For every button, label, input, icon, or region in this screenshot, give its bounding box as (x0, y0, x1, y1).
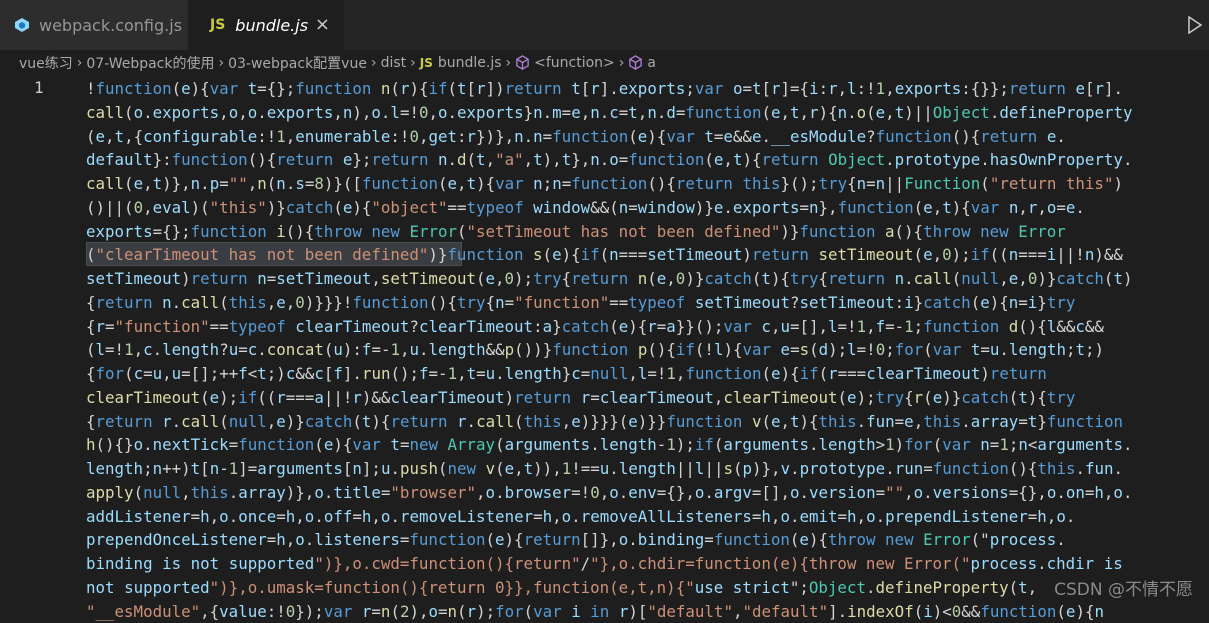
watermark: CSDN @不情不愿 (1054, 575, 1193, 600)
code-line: {for(c=u,u=[];++f<t;)c&&c[f].run();f=-1,… (86, 362, 1196, 386)
code-line: {return n.call(this,e,0)}}}!function(){t… (86, 291, 1196, 315)
chevron-right-icon: › (619, 55, 625, 71)
breadcrumb-symbol-label: <function> (534, 55, 615, 71)
code-line: length;n++)t[n-1]=arguments[n];u.push(ne… (86, 457, 1196, 481)
code-line: prependOnceListener=h,o.listeners=functi… (86, 528, 1196, 552)
code-line: apply(null,this.array)},o.title="browser… (86, 481, 1196, 505)
breadcrumb-symbol-label: a (647, 55, 656, 71)
code-line: binding is not supported")},o.cwd=functi… (86, 552, 1196, 576)
tab-bar: webpack.config.js JS bundle.js × (0, 0, 1209, 50)
close-icon[interactable]: × (315, 15, 330, 35)
code-line: call(o.exports,o,o.exports,n),o.l=!0,o.e… (86, 101, 1196, 125)
code-line: not supported")},o.umask=function(){retu… (86, 576, 1196, 600)
line-number: 1 (34, 78, 44, 97)
chevron-right-icon: › (506, 55, 512, 71)
breadcrumb-symbol[interactable]: <function> (515, 55, 615, 71)
code-line: setTimeout)return n=setTimeout,setTimeou… (86, 267, 1196, 291)
js-file-icon: JS (420, 56, 433, 70)
code-line: addListener=h,o.once=h,o.off=h,o.removeL… (86, 505, 1196, 529)
symbol-method-icon (628, 55, 643, 70)
code-line: {r="function"==typeof clearTimeout?clear… (86, 315, 1196, 339)
tab-bundle-js[interactable]: JS bundle.js × (188, 0, 344, 50)
symbol-method-icon (515, 55, 530, 70)
code-line: ("clearTimeout has not been defined")}fu… (86, 243, 1196, 267)
code-editor[interactable]: !function(e){var t={};function n(r){if(t… (86, 77, 1196, 623)
js-file-icon: JS (210, 17, 225, 33)
code-line: !function(e){var t={};function n(r){if(t… (86, 77, 1196, 101)
code-line: exports={};function i(){throw new Error(… (86, 220, 1196, 244)
code-line: "__esModule",{value:!0});var r=n(2),o=n(… (86, 600, 1196, 623)
code-line: (e,t,{configurable:!1,enumerable:!0,get:… (86, 125, 1196, 149)
tab-webpack-config[interactable]: webpack.config.js (0, 0, 188, 50)
chevron-right-icon: › (371, 55, 377, 71)
run-icon[interactable] (1187, 16, 1203, 38)
code-line: h(){}o.nextTick=function(e){var t=new Ar… (86, 433, 1196, 457)
code-line: call(e,t)},n.p="",n(n.s=8)}([function(e,… (86, 172, 1196, 196)
breadcrumb-item[interactable]: 03-webpack配置vue (228, 53, 367, 73)
webpack-cube-icon (14, 17, 30, 33)
breadcrumb-item[interactable]: vue练习 (19, 53, 73, 73)
breadcrumb-item[interactable]: dist (381, 55, 407, 71)
breadcrumb-file-label: bundle.js (438, 55, 502, 71)
code-line: {return r.call(null,e)}catch(t){return r… (86, 410, 1196, 434)
breadcrumb-item[interactable]: 07-Webpack的使用 (86, 53, 214, 73)
breadcrumb-file[interactable]: JS bundle.js (420, 55, 502, 71)
code-line: (l=!1,c.length?u=c.concat(u):f=-1,u.leng… (86, 338, 1196, 362)
chevron-right-icon: › (218, 55, 224, 71)
code-line: ()||(0,eval)("this")}catch(e){"object"==… (86, 196, 1196, 220)
tab-label: bundle.js (235, 16, 308, 35)
chevron-right-icon: › (77, 55, 83, 71)
chevron-right-icon: › (410, 55, 416, 71)
code-line: clearTimeout(e);if((r===a||!r)&&clearTim… (86, 386, 1196, 410)
breadcrumb-symbol[interactable]: a (628, 55, 656, 71)
breadcrumb: vue练习 › 07-Webpack的使用 › 03-webpack配置vue … (0, 50, 1209, 75)
tab-label: webpack.config.js (39, 16, 182, 35)
vertical-scrollbar[interactable] (1197, 75, 1209, 608)
code-line: default}:function(){return e};return n.d… (86, 148, 1196, 172)
